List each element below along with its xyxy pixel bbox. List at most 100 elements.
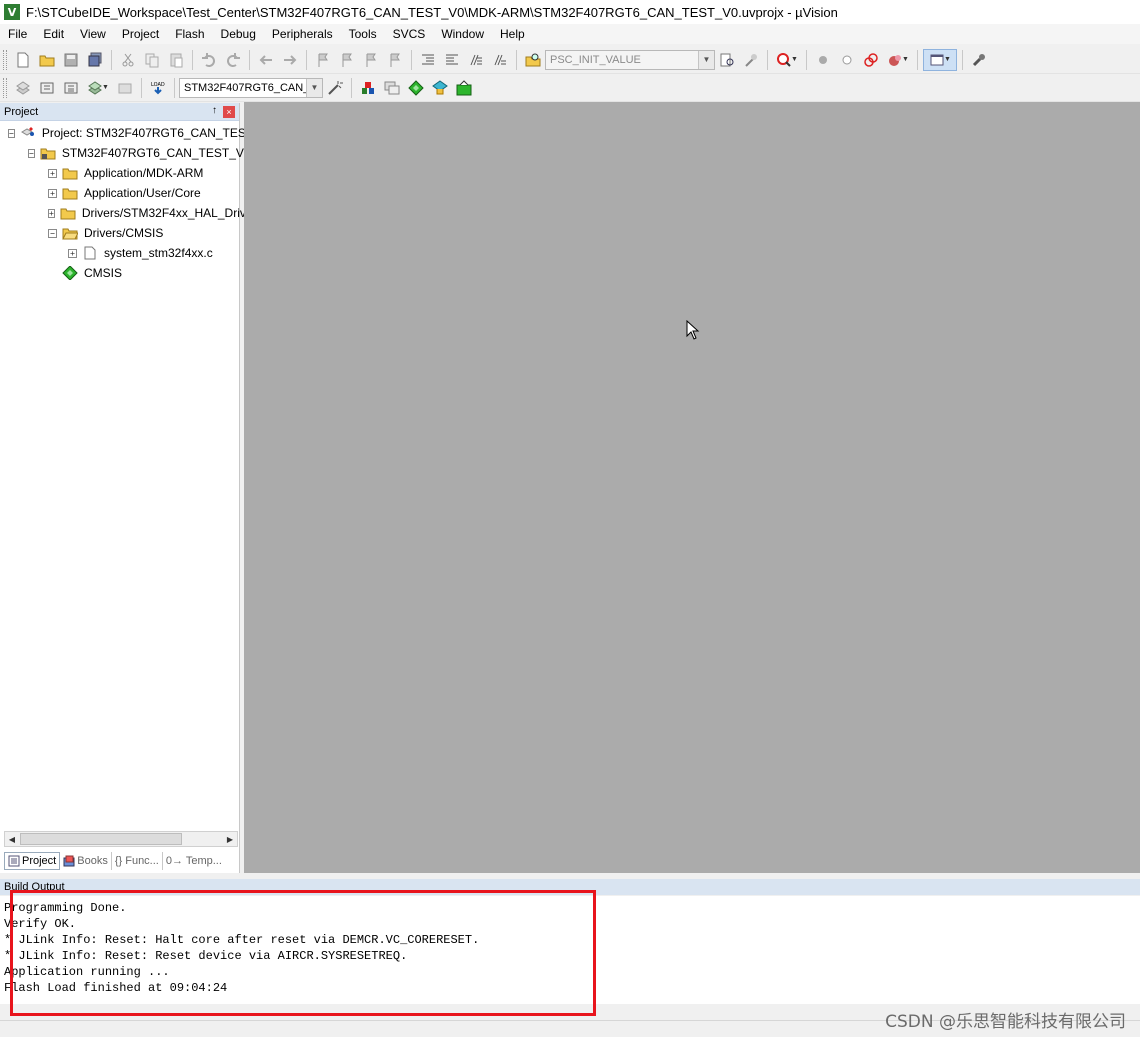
chevron-down-icon[interactable]: ▼ — [306, 78, 322, 97]
tree-item-group[interactable]: + Drivers/STM32F4xx_HAL_Driv — [0, 203, 246, 223]
tab-templates[interactable]: 0→ Temp... — [163, 852, 225, 870]
expand-icon[interactable]: + — [48, 168, 57, 178]
kill-all-breakpoints-button[interactable]: ▼ — [884, 49, 912, 71]
translate-button[interactable] — [12, 77, 34, 99]
folder-icon — [62, 188, 78, 200]
scroll-right-icon[interactable]: ▶ — [223, 832, 237, 846]
toolbar-separator — [192, 49, 193, 70]
menu-svcs[interactable]: SVCS — [385, 27, 434, 41]
new-file-button[interactable] — [12, 49, 34, 71]
close-icon[interactable]: × — [223, 106, 235, 118]
save-icon — [64, 53, 78, 66]
debug-session-button[interactable]: ▼ — [773, 49, 801, 71]
menu-flash[interactable]: Flash — [167, 27, 212, 41]
toolbar-separator — [767, 49, 768, 70]
menu-bar: File Edit View Project Flash Debug Perip… — [0, 24, 1140, 44]
collapse-icon[interactable]: − — [48, 228, 57, 238]
collapse-icon[interactable]: − — [28, 148, 35, 158]
paste-button[interactable] — [165, 49, 187, 71]
save-button[interactable] — [60, 49, 82, 71]
toolbar-separator — [351, 77, 352, 98]
tree-item-group[interactable]: − Drivers/CMSIS — [0, 223, 239, 243]
stop-build-button[interactable] — [114, 77, 136, 99]
tree-item-target[interactable]: − STM32F407RGT6_CAN_TEST_V0 — [0, 143, 251, 163]
bookmark-clear-button[interactable] — [384, 49, 406, 71]
target-options-button[interactable] — [324, 77, 346, 99]
download-button[interactable]: LOAD — [147, 77, 169, 99]
pack-installer-button[interactable] — [453, 77, 475, 99]
insert-breakpoint-button[interactable] — [812, 49, 834, 71]
enable-breakpoint-button[interactable] — [836, 49, 858, 71]
tree-label: Drivers/CMSIS — [84, 226, 164, 240]
find-combo[interactable]: PSC_INIT_VALUE ▼ — [545, 49, 715, 70]
tab-books[interactable]: Books — [60, 852, 112, 870]
magnifier-red-icon — [777, 52, 791, 67]
configure-button[interactable] — [968, 49, 990, 71]
menu-file[interactable]: File — [0, 27, 35, 41]
target-folder-icon — [40, 148, 56, 160]
build-button[interactable] — [36, 77, 58, 99]
uncomment-button[interactable] — [489, 49, 511, 71]
chevron-down-icon[interactable]: ▼ — [698, 50, 714, 69]
bookmark-toggle-button[interactable] — [312, 49, 334, 71]
tree-item-group[interactable]: + Application/MDK-ARM — [0, 163, 239, 183]
find-button[interactable] — [716, 49, 738, 71]
tab-project[interactable]: Project — [4, 852, 61, 870]
build-output-panel[interactable]: Programming Done. Verify OK. * JLink Inf… — [0, 896, 1140, 1004]
menu-edit[interactable]: Edit — [35, 27, 72, 41]
menu-tools[interactable]: Tools — [341, 27, 385, 41]
manage-run-time-environment-button[interactable] — [405, 77, 427, 99]
collapse-icon[interactable]: − — [8, 128, 15, 138]
menu-view[interactable]: View — [72, 27, 114, 41]
tab-functions[interactable]: {} Func... — [112, 852, 163, 870]
tree-item-component[interactable]: CMSIS — [0, 263, 239, 283]
translate-icon — [16, 80, 30, 95]
indent-button[interactable] — [417, 49, 439, 71]
menu-window[interactable]: Window — [433, 27, 492, 41]
navigate-forward-button[interactable] — [279, 49, 301, 71]
manage-multi-project-button[interactable] — [381, 77, 403, 99]
navigate-back-button[interactable] — [255, 49, 277, 71]
menu-peripherals[interactable]: Peripherals — [264, 27, 341, 41]
comment-button[interactable] — [465, 49, 487, 71]
disable-all-breakpoints-button[interactable] — [860, 49, 882, 71]
bookmark-prev-button[interactable] — [336, 49, 358, 71]
expand-icon[interactable]: + — [68, 248, 77, 258]
tree-item-group[interactable]: + Application/User/Core — [0, 183, 239, 203]
tree-item-project[interactable]: − Project: STM32F407RGT6_CAN_TEST_ — [0, 123, 260, 143]
save-all-icon — [88, 52, 102, 66]
menu-project[interactable]: Project — [114, 27, 167, 41]
incremental-find-button[interactable] — [740, 49, 762, 71]
unindent-button[interactable] — [441, 49, 463, 71]
undo-button[interactable] — [198, 49, 220, 71]
find-in-files-button[interactable] — [522, 49, 544, 71]
save-all-button[interactable] — [84, 49, 106, 71]
target-select[interactable]: STM32F407RGT6_CAN_TE ▼ — [179, 77, 323, 98]
dropdown-arrow-icon: ▼ — [902, 56, 909, 63]
window-layout-button[interactable]: ▼ — [923, 48, 957, 71]
menu-help[interactable]: Help — [492, 27, 533, 41]
tree-item-file[interactable]: + system_stm32f4xx.c — [0, 243, 239, 263]
open-file-button[interactable] — [36, 49, 58, 71]
select-software-packs-button[interactable] — [429, 77, 451, 99]
file-extensions-button[interactable] — [357, 77, 379, 99]
tree-label: Application/MDK-ARM — [84, 166, 204, 180]
scroll-left-icon[interactable]: ◀ — [5, 832, 19, 846]
green-diamond-icon — [408, 79, 424, 96]
redo-button[interactable] — [222, 49, 244, 71]
copy-button[interactable] — [141, 49, 163, 71]
horizontal-scrollbar[interactable]: ◀ ▶ — [4, 831, 238, 847]
bookmark-next-button[interactable] — [360, 49, 382, 71]
expand-icon[interactable]: + — [48, 208, 55, 218]
editor-area[interactable] — [244, 102, 1140, 873]
toolbar-grip[interactable] — [3, 49, 7, 70]
cut-button[interactable] — [117, 49, 139, 71]
rebuild-button[interactable] — [60, 77, 82, 99]
toolbar-grip[interactable] — [3, 77, 7, 98]
scrollbar-thumb[interactable] — [20, 833, 182, 845]
batch-build-button[interactable]: ▼ — [84, 77, 112, 99]
pin-icon[interactable]: ↑ — [212, 105, 217, 116]
expand-icon[interactable]: + — [48, 188, 57, 198]
menu-debug[interactable]: Debug — [213, 27, 264, 41]
breakpoints-kill-icon — [889, 54, 902, 66]
